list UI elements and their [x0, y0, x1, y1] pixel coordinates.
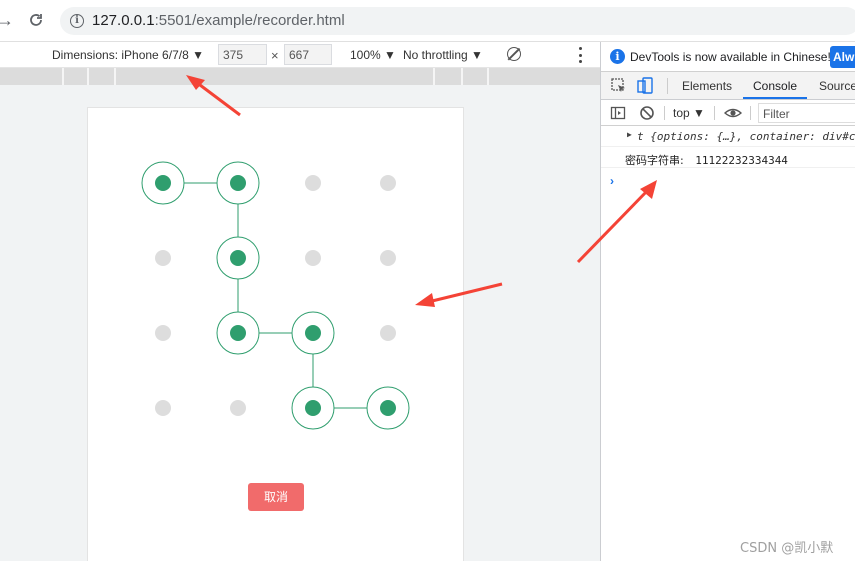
pattern-dot-inactive	[305, 175, 321, 191]
always-match-button[interactable]: Alw	[830, 46, 855, 68]
throttling-select[interactable]: No throttling ▼	[403, 48, 483, 62]
pattern-dot-r3c0[interactable]	[155, 400, 171, 416]
dimension-separator: ×	[271, 48, 279, 63]
pattern-dot-inactive	[230, 400, 246, 416]
banner-message: DevTools is now available in Chinese!	[630, 50, 831, 64]
forward-icon[interactable]: →	[0, 9, 16, 31]
tab-sources[interactable]: Source	[819, 79, 855, 93]
console-toolbar: top ▼ Filter	[601, 100, 855, 126]
watermark: CSDN @凯小默	[740, 541, 834, 556]
toolbar-separator	[714, 106, 715, 120]
pattern-dot-r0c0[interactable]	[141, 161, 185, 205]
console-object-log[interactable]: ▶ t {options: {…}, container: div#co	[601, 126, 855, 147]
pattern-dot-r0c3[interactable]	[380, 175, 396, 191]
password-value: 11122232334344	[695, 154, 788, 167]
zoom-select[interactable]: 100% ▼	[350, 48, 396, 62]
toolbar-separator	[664, 106, 665, 120]
pattern-dot-active	[380, 400, 396, 416]
tab-elements[interactable]: Elements	[682, 79, 732, 93]
pattern-dot-r0c2[interactable]	[305, 175, 321, 191]
password-label: 密码字符串:	[625, 154, 684, 167]
ruler-divider	[433, 68, 435, 85]
browser-address-bar: → i 127.0.0.1:5501/example/recorder.html	[0, 0, 855, 42]
media-query-ruler[interactable]	[0, 68, 600, 85]
url-text[interactable]: 127.0.0.1:5501/example/recorder.html	[92, 12, 345, 29]
clear-console-icon[interactable]	[639, 105, 655, 121]
url-bar[interactable]: i 127.0.0.1:5501/example/recorder.html	[60, 7, 855, 35]
language-banner: i DevTools is now available in Chinese! …	[601, 42, 855, 72]
pattern-dot-inactive	[380, 250, 396, 266]
pattern-dot-inactive	[380, 325, 396, 341]
tab-console[interactable]: Console	[753, 79, 797, 93]
pattern-dot-r1c2[interactable]	[305, 250, 321, 266]
devtools-tabs: Elements Console Source	[601, 72, 855, 100]
pattern-dot-r1c0[interactable]	[155, 250, 171, 266]
pattern-dot-inactive	[155, 250, 171, 266]
toolbar-separator	[750, 106, 751, 120]
ruler-divider	[114, 68, 116, 85]
tab-separator	[667, 78, 668, 94]
pattern-dot-r1c3[interactable]	[380, 250, 396, 266]
pattern-dot-r3c1[interactable]	[230, 400, 246, 416]
devtools-panel: i DevTools is now available in Chinese! …	[600, 42, 855, 561]
console-output: ▶ t {options: {…}, container: div#co 密码字…	[601, 126, 855, 561]
ruler-divider	[87, 68, 89, 85]
pattern-dot-active	[305, 325, 321, 341]
pattern-dot-r1c1[interactable]	[216, 236, 260, 280]
active-tab-indicator	[743, 97, 807, 99]
pattern-dot-inactive	[155, 400, 171, 416]
pattern-dot-active	[155, 175, 171, 191]
more-options-icon[interactable]	[577, 47, 583, 63]
pattern-dot-r3c2[interactable]	[291, 386, 335, 430]
object-preview: t {options: {…}, container: div#co	[637, 130, 855, 143]
sidebar-toggle-icon[interactable]	[610, 105, 626, 121]
emulated-viewport: 取消	[0, 85, 600, 561]
url-path: :5501/example/recorder.html	[154, 12, 345, 29]
ruler-divider	[62, 68, 64, 85]
pattern-dot-active	[305, 400, 321, 416]
ruler-divider	[461, 68, 463, 85]
inspect-element-icon[interactable]	[610, 77, 628, 95]
url-host: 127.0.0.1	[92, 12, 155, 29]
height-input[interactable]: 667	[284, 44, 332, 65]
pattern-dot-active	[230, 250, 246, 266]
pattern-dot-r2c0[interactable]	[155, 325, 171, 341]
console-prompt-icon[interactable]: ›	[610, 174, 614, 188]
device-toolbar: Dimensions: iPhone 6/7/8 ▼ 375 × 667 100…	[0, 42, 600, 68]
mobile-page: 取消	[87, 107, 464, 561]
console-string-log: 密码字符串: 11122232334344	[601, 147, 855, 168]
filter-input[interactable]: Filter	[758, 103, 855, 123]
info-icon: i	[610, 49, 625, 64]
expand-triangle-icon[interactable]: ▶	[627, 130, 632, 139]
pattern-dot-active	[230, 325, 246, 341]
reload-icon[interactable]	[25, 9, 47, 31]
cancel-button[interactable]: 取消	[248, 483, 304, 511]
device-toggle-icon[interactable]	[636, 77, 654, 95]
pattern-dot-r2c1[interactable]	[216, 311, 260, 355]
ruler-divider	[487, 68, 489, 85]
pattern-dot-active	[230, 175, 246, 191]
pattern-dot-r0c1[interactable]	[216, 161, 260, 205]
pattern-dot-inactive	[380, 175, 396, 191]
pattern-dot-inactive	[305, 250, 321, 266]
pattern-dot-r3c3[interactable]	[366, 386, 410, 430]
context-select[interactable]: top ▼	[673, 106, 705, 120]
info-icon[interactable]: i	[70, 14, 84, 28]
pattern-dot-r2c2[interactable]	[291, 311, 335, 355]
screenshot-root: → i 127.0.0.1:5501/example/recorder.html…	[0, 0, 855, 561]
dimensions-select[interactable]: Dimensions: iPhone 6/7/8 ▼	[52, 48, 204, 62]
width-input[interactable]: 375	[218, 44, 267, 65]
pattern-dot-r2c3[interactable]	[380, 325, 396, 341]
rotate-icon[interactable]	[507, 47, 521, 61]
pattern-dot-inactive	[155, 325, 171, 341]
live-expression-eye-icon[interactable]	[724, 105, 742, 121]
